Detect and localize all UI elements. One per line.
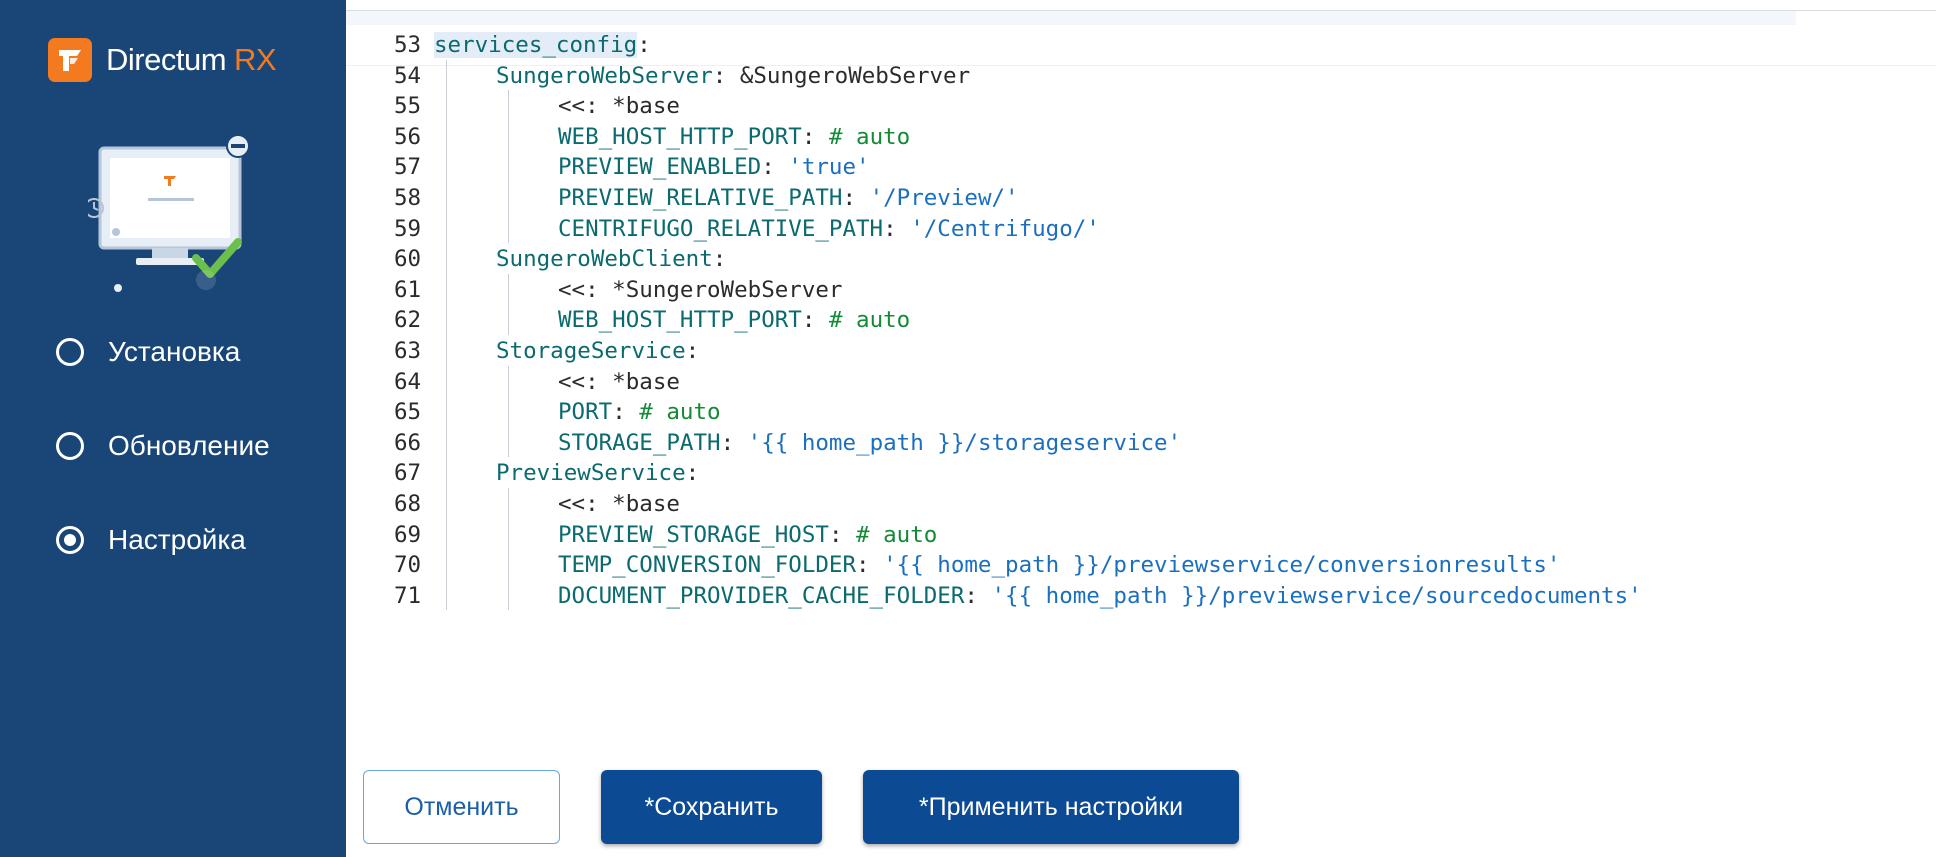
yaml-string: '/Preview/' bbox=[869, 185, 1019, 211]
yaml-text: : bbox=[685, 338, 700, 364]
yaml-string: '/Centrifugo/' bbox=[910, 215, 1100, 242]
line-number: 71 bbox=[394, 582, 422, 609]
yaml-key: SungeroWebServer bbox=[496, 62, 713, 89]
yaml-key: WEB_HOST_HTTP_PORT bbox=[558, 307, 802, 334]
sidebar: Directum RX Установка Обновление Настрой… bbox=[0, 0, 346, 857]
cancel-button[interactable]: Отменить bbox=[363, 770, 560, 844]
yaml-key: SungeroWebClient bbox=[496, 246, 713, 273]
yaml-key: PREVIEW_STORAGE_HOST bbox=[558, 521, 829, 548]
yaml-string: '{{ home_path }}/previewservice/sourcedo… bbox=[991, 582, 1642, 609]
yaml-key: TEMP_CONVERSION_FOLDER bbox=[558, 552, 857, 579]
yaml-key: services_config bbox=[434, 32, 638, 58]
directum-logo-icon bbox=[48, 38, 92, 82]
yaml-comment: # auto bbox=[856, 521, 938, 548]
yaml-text: <<: *base bbox=[558, 93, 680, 120]
code-line[interactable]: 71 DOCUMENT_PROVIDER_CACHE_FOLDER: '{{ ho… bbox=[346, 577, 1936, 615]
radio-checked-icon[interactable] bbox=[56, 526, 84, 554]
yaml-comment: # auto bbox=[828, 123, 911, 150]
nav-item-install[interactable]: Установка bbox=[56, 334, 270, 370]
yaml-key: StorageService bbox=[496, 338, 686, 364]
yaml-text: : bbox=[828, 521, 857, 548]
yaml-text: : bbox=[685, 460, 700, 487]
yaml-text: : bbox=[883, 215, 911, 242]
config-code-editor[interactable]: x 53services_config:54SungeroWebServer: … bbox=[346, 10, 1936, 753]
previous-line-fragment bbox=[346, 11, 1796, 25]
yaml-text: : bbox=[712, 246, 727, 273]
nav-label: Установка bbox=[108, 336, 241, 367]
setup-mode-nav: Установка Обновление Настройка bbox=[56, 334, 270, 616]
yaml-text: : bbox=[964, 582, 992, 609]
yaml-key: PORT bbox=[558, 399, 613, 426]
save-button[interactable]: *Сохранить bbox=[601, 770, 822, 844]
yaml-key: STORAGE_PATH bbox=[558, 429, 721, 456]
nav-item-update[interactable]: Обновление bbox=[56, 428, 270, 464]
nav-label: Настройка bbox=[108, 524, 246, 555]
yaml-key: PREVIEW_RELATIVE_PATH bbox=[558, 185, 843, 211]
apply-settings-button[interactable]: *Применить настройки bbox=[863, 770, 1239, 844]
yaml-key: PREVIEW_ENABLED bbox=[558, 154, 762, 181]
app-logo: Directum RX bbox=[48, 38, 277, 82]
yaml-text: : bbox=[842, 185, 870, 211]
yaml-key: PreviewService bbox=[496, 460, 686, 487]
yaml-text: : bbox=[801, 307, 829, 334]
yaml-text: : bbox=[761, 154, 789, 181]
yaml-string: '{{ home_path }}/storageservice' bbox=[747, 429, 1182, 456]
yaml-key: DOCUMENT_PROVIDER_CACHE_FOLDER bbox=[558, 582, 965, 609]
nav-label: Обновление bbox=[108, 430, 270, 461]
yaml-text: : bbox=[612, 399, 640, 426]
yaml-text: : &SungeroWebServer bbox=[712, 62, 971, 89]
yaml-text: <<: *base bbox=[558, 368, 680, 395]
yaml-string: '{{ home_path }}/previewservice/conversi… bbox=[883, 552, 1561, 579]
radio-icon[interactable] bbox=[56, 432, 84, 460]
code-text: DOCUMENT_PROVIDER_CACHE_FOLDER: '{{ home… bbox=[558, 577, 1642, 615]
yaml-comment: # auto bbox=[828, 307, 911, 334]
yaml-text: : bbox=[856, 552, 884, 579]
yaml-text: : bbox=[637, 32, 651, 58]
yaml-text: : bbox=[720, 429, 748, 456]
nav-item-settings[interactable]: Настройка bbox=[56, 522, 270, 558]
workstation-illustration-icon bbox=[84, 128, 288, 298]
yaml-text: <<: *base bbox=[558, 491, 680, 517]
app-name: Directum RX bbox=[106, 42, 277, 77]
yaml-text: <<: *SungeroWebServer bbox=[558, 276, 843, 303]
radio-icon[interactable] bbox=[56, 338, 84, 366]
yaml-key: CENTRIFUGO_RELATIVE_PATH bbox=[558, 215, 884, 242]
yaml-comment: # auto bbox=[639, 399, 721, 426]
yaml-key: WEB_HOST_HTTP_PORT bbox=[558, 123, 802, 150]
yaml-string: 'true' bbox=[788, 154, 870, 181]
yaml-text: : bbox=[801, 123, 829, 150]
app-name-accent: RX bbox=[234, 42, 277, 77]
